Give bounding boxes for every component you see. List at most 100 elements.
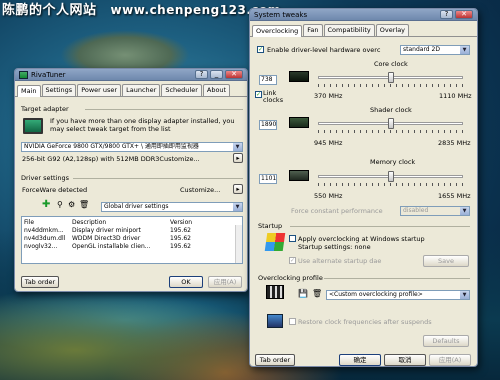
- ok-button[interactable]: OK: [169, 276, 203, 288]
- tab-main[interactable]: Main: [17, 85, 41, 97]
- restore-clocks-label: Restore clock frequencies after suspends: [298, 318, 432, 326]
- save-profile-icon[interactable]: 💾: [298, 289, 308, 298]
- delete-profile-icon[interactable]: 🗑: [312, 289, 322, 298]
- cell-description: Display driver miniport: [72, 227, 141, 234]
- core-clock-value[interactable]: 738: [259, 75, 277, 85]
- shader-clock-value[interactable]: 1890: [259, 120, 277, 130]
- rivatuner-tabs: Main Settings Power user Launcher Schedu…: [15, 81, 247, 97]
- clock-mode-value: standard 2D: [403, 46, 440, 53]
- chevron-down-icon: ▼: [460, 291, 469, 299]
- driver-settings-label: Driver settings: [21, 174, 69, 182]
- close-button[interactable]: ✕: [225, 70, 243, 79]
- memory-clock-slider[interactable]: [387, 171, 394, 182]
- cell-file: nv4d3dum.dll: [24, 235, 66, 242]
- core-clock-slider[interactable]: [387, 72, 394, 83]
- minimize-button[interactable]: _: [210, 70, 223, 79]
- enable-overclocking-checkbox[interactable]: ✓: [257, 46, 264, 53]
- driver-profile-select[interactable]: Global driver settings ▼: [101, 202, 243, 212]
- core-clock-label: Core clock: [374, 60, 408, 68]
- target-adapter-label: Target adapter: [21, 105, 69, 113]
- cell-version: 195.62: [170, 227, 191, 234]
- tab-order-button[interactable]: Tab order: [21, 276, 59, 288]
- memory-clock-label: Memory clock: [370, 158, 416, 166]
- shader-clock-max: 2835 MHz: [438, 139, 471, 147]
- window-title: RivaTuner: [31, 70, 66, 79]
- memory-clock-value[interactable]: 1101: [259, 174, 277, 184]
- profile-value: <Custom overclocking profile>: [329, 291, 423, 298]
- tweaks-tabs: Overclocking Fan Compatibility Overlay: [250, 21, 477, 37]
- tab-compatibility[interactable]: Compatibility: [323, 24, 375, 36]
- divider: [73, 178, 243, 179]
- adapter-customize-arrow[interactable]: ▸: [233, 153, 243, 163]
- table-scrollbar[interactable]: [235, 225, 242, 263]
- shader-clock-ticks: [318, 130, 463, 133]
- apply-button[interactable]: 应用(A): [429, 354, 471, 366]
- overclocking-profile-label: Overclocking profile: [258, 274, 323, 282]
- column-header-version[interactable]: Version: [170, 219, 210, 227]
- help-button[interactable]: ?: [195, 70, 208, 79]
- divider: [85, 109, 243, 110]
- driver-customize-link[interactable]: Customize...: [180, 186, 220, 194]
- help-button[interactable]: ?: [440, 10, 453, 19]
- adapter-select[interactable]: NVIDIA GeForce 9800 GTX/9800 GTX+ \ 通用即插…: [21, 142, 243, 152]
- shader-clock-min: 945 MHz: [314, 139, 343, 147]
- system-tweaks-window: System tweaks ? ✕ Overclocking Fan Compa…: [249, 8, 478, 367]
- search-icon[interactable]: ⚲: [57, 200, 63, 209]
- tab-scheduler[interactable]: Scheduler: [161, 84, 202, 96]
- tab-overclocking[interactable]: Overclocking: [252, 25, 303, 37]
- driver-file-table[interactable]: File Description Version nv4ddmkm... Dis…: [21, 216, 243, 264]
- trash-icon[interactable]: 🗑: [79, 200, 89, 209]
- table-row[interactable]: nvoglv32... OpenGL installable clien... …: [22, 243, 242, 251]
- clock-mode-select[interactable]: standard 2D ▼: [400, 45, 470, 55]
- column-header-file[interactable]: File: [24, 219, 72, 227]
- cell-description: OpenGL installable clien...: [72, 243, 151, 250]
- driver-profile-value: Global driver settings: [104, 203, 169, 210]
- force-constant-performance-select[interactable]: disabled ▼: [400, 206, 470, 216]
- watermark-site-name: 陈鹏的个人网站: [2, 3, 97, 18]
- cancel-button[interactable]: 取消: [384, 354, 426, 366]
- adapter-description: 256-bit G92 (A2,128sp) with 512MB DDR3Cu…: [22, 155, 200, 163]
- cell-version: 195.62: [170, 243, 191, 250]
- driver-customize-arrow[interactable]: ▸: [233, 184, 243, 194]
- divider: [290, 226, 470, 227]
- tab-power-user[interactable]: Power user: [77, 84, 122, 96]
- core-clock-max: 1110 MHz: [439, 92, 472, 100]
- ok-button[interactable]: 确定: [339, 354, 381, 366]
- restore-clocks-checkbox[interactable]: [289, 318, 296, 325]
- startup-settings-text: Startup settings: none: [298, 243, 371, 251]
- gpu-chip-icon: [289, 71, 309, 82]
- close-button[interactable]: ✕: [455, 10, 473, 19]
- shader-clock-slider[interactable]: [387, 118, 394, 129]
- tools-icon[interactable]: ⚙: [68, 200, 75, 209]
- adapter-info-text: If you have more than one display adapte…: [50, 117, 235, 133]
- table-row[interactable]: nv4d3dum.dll WDDM Direct3D driver 195.62: [22, 235, 242, 243]
- tab-settings[interactable]: Settings: [41, 84, 77, 96]
- tab-launcher[interactable]: Launcher: [122, 84, 161, 96]
- system-tweaks-titlebar[interactable]: System tweaks ? ✕: [250, 9, 477, 21]
- tab-about[interactable]: About: [202, 84, 231, 96]
- chevron-down-icon: ▼: [460, 46, 469, 54]
- link-clocks-checkbox[interactable]: ✓: [255, 91, 262, 98]
- column-header-description[interactable]: Description: [72, 219, 170, 227]
- defaults-button[interactable]: Defaults: [423, 335, 469, 347]
- tab-fan[interactable]: Fan: [303, 24, 323, 36]
- system-tweaks-body: Overclocking Fan Compatibility Overlay ✓…: [250, 21, 477, 366]
- rivatuner-app-icon: [19, 70, 28, 79]
- overclocking-profile-select[interactable]: <Custom overclocking profile> ▼: [326, 290, 470, 300]
- chevron-down-icon: ▼: [233, 203, 242, 211]
- apply-button[interactable]: 应用(A): [208, 276, 242, 288]
- apply-at-startup-checkbox[interactable]: [289, 235, 296, 242]
- cell-file: nv4ddmkm...: [24, 227, 64, 234]
- cell-description: WDDM Direct3D driver: [72, 235, 141, 242]
- table-row[interactable]: nv4ddmkm... Display driver miniport 195.…: [22, 227, 242, 235]
- tab-order-button[interactable]: Tab order: [255, 354, 295, 366]
- alternate-startup-checkbox[interactable]: ✓: [289, 257, 296, 264]
- add-icon[interactable]: ✚: [42, 199, 50, 210]
- rivatuner-titlebar[interactable]: RivaTuner ? _ ✕: [15, 69, 247, 81]
- alternate-startup-label: Use alternate startup dae: [298, 257, 382, 265]
- table-header: File Description Version: [22, 217, 242, 227]
- rivatuner-body: Main Settings Power user Launcher Schedu…: [15, 81, 247, 291]
- save-button[interactable]: Save: [423, 255, 469, 267]
- shader-chip-icon: [289, 117, 309, 128]
- tab-overlay[interactable]: Overlay: [375, 24, 410, 36]
